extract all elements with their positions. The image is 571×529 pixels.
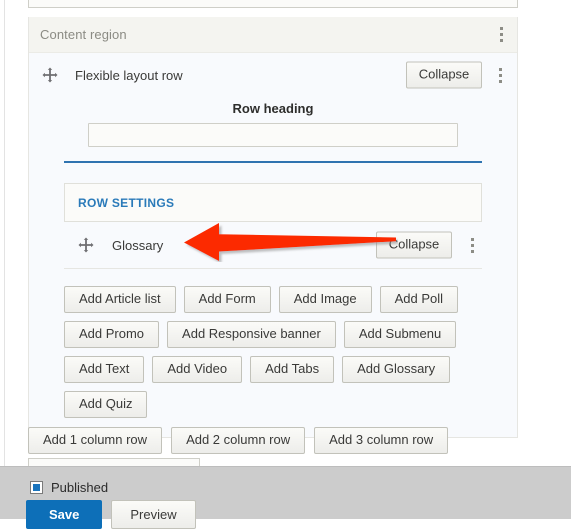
add-tabs-button[interactable]: Add Tabs (250, 355, 335, 383)
add-glossary-button[interactable]: Add Glossary (342, 355, 451, 383)
published-label: Published (51, 480, 109, 495)
preview-button[interactable]: Preview (111, 500, 196, 529)
content-region-header: Content region (29, 17, 517, 53)
content-region-title: Content region (40, 27, 127, 42)
add-article-list-button[interactable]: Add Article list (64, 286, 176, 313)
add-video-button[interactable]: Add Video (152, 355, 243, 383)
save-button[interactable]: Save (26, 500, 103, 529)
move-cross-icon[interactable] (78, 237, 94, 253)
add-responsive-banner-button[interactable]: Add Responsive banner (167, 320, 336, 348)
page-left-rule (4, 0, 5, 467)
add-promo-button[interactable]: Add Promo (64, 320, 160, 348)
add-1-column-row-button[interactable]: Add 1 column row (28, 427, 163, 454)
add-poll-button[interactable]: Add Poll (379, 286, 459, 313)
page-frame: Content region Flexible layout row Colla… (0, 0, 571, 529)
glossary-component-label: Glossary (112, 237, 164, 253)
row-heading-area: Row heading (29, 97, 517, 161)
form-action-buttons: Save Preview (26, 500, 196, 529)
kebab-menu-icon[interactable] (492, 65, 508, 85)
row-heading-label: Row heading (232, 101, 314, 116)
glossary-component-row: Glossary Collapse (64, 222, 482, 269)
top-cutoff-input[interactable] (28, 0, 518, 8)
add-quiz-button[interactable]: Add Quiz (64, 390, 148, 418)
add-3-column-row-button[interactable]: Add 3 column row (314, 427, 449, 454)
add-form-button[interactable]: Add Form (183, 286, 271, 313)
move-cross-icon[interactable] (42, 67, 58, 83)
flexible-layout-row-bar: Flexible layout row Collapse (29, 53, 517, 97)
row-settings-box: ROW SETTINGS (64, 183, 482, 222)
row-heading-input[interactable] (88, 123, 458, 147)
content-region-panel: Content region Flexible layout row Colla… (28, 17, 518, 438)
row-settings-link[interactable]: ROW SETTINGS (78, 196, 174, 210)
collapse-component-button[interactable]: Collapse (376, 231, 452, 259)
add-2-column-row-button[interactable]: Add 2 column row (171, 427, 306, 454)
add-text-button[interactable]: Add Text (64, 355, 145, 383)
flexible-layout-row-label: Flexible layout row (75, 67, 183, 83)
kebab-menu-icon[interactable] (464, 235, 480, 255)
published-checkbox[interactable] (30, 481, 43, 494)
add-submenu-button[interactable]: Add Submenu (343, 320, 457, 348)
collapse-layout-row-button[interactable]: Collapse (406, 61, 482, 89)
kebab-menu-icon[interactable] (493, 25, 509, 45)
add-image-button[interactable]: Add Image (278, 286, 372, 313)
add-column-row-buttons: Add 1 column row Add 2 column row Add 3 … (28, 427, 449, 454)
add-component-buttons: Add Article list Add Form Add Image Add … (64, 269, 482, 437)
row-divider (64, 161, 482, 163)
published-toggle-row: Published (30, 480, 108, 495)
flexible-layout-row-block: Flexible layout row Collapse Row heading… (29, 53, 517, 437)
